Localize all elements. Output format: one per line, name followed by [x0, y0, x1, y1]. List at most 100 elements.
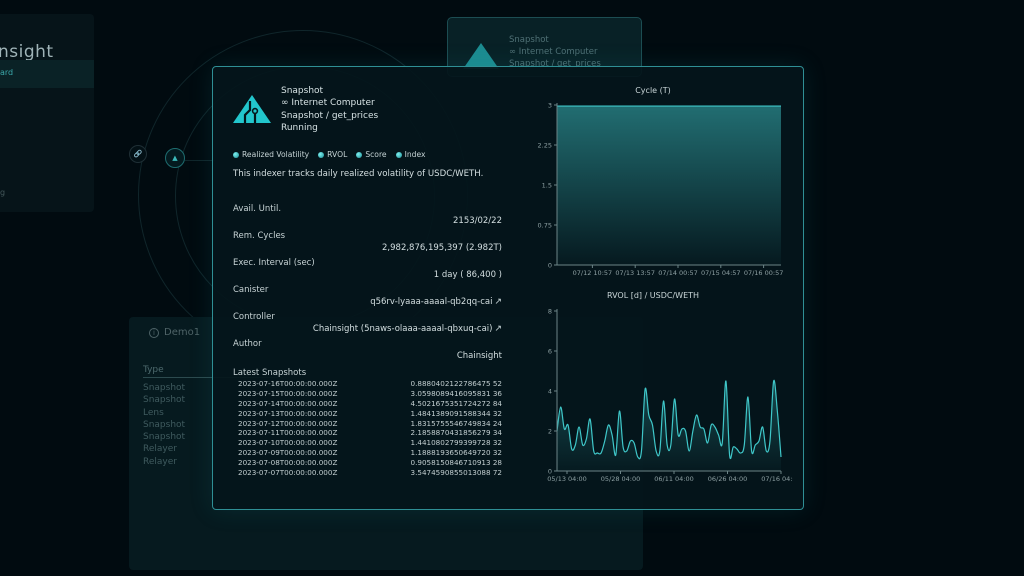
x-tick-label: 05/28 04:00: [601, 475, 641, 483]
graph-edge: [185, 160, 215, 161]
tag: Score: [356, 150, 387, 159]
prop-value-avail-until: 2153/02/22: [453, 216, 502, 226]
area-fill: [557, 106, 781, 265]
link-node-icon[interactable]: 🔗: [129, 145, 147, 163]
prop-label-controller: Controller: [233, 312, 275, 322]
snapshot-row: 2023-07-16T00:00:00.000Z 0.88804021227864…: [238, 379, 502, 389]
chart-title-rvol: RVOL [d] / USDC/WETH: [606, 291, 700, 300]
brand-name: nsight: [0, 42, 54, 62]
snapshot-timestamp: 2023-07-09T00:00:00.000Z: [238, 448, 338, 458]
x-tick-label: 05/13 04:00: [547, 475, 587, 483]
snapshot-timestamp: 2023-07-07T00:00:00.000Z: [238, 468, 338, 478]
cycle-chart: 0 0.75 1.5 2.25 3 07/12 10:57 07/13 13:57 07/14…: [538, 102, 784, 278]
prop-label-rem-cycles: Rem. Cycles: [233, 231, 286, 241]
rvol-chart: 0246805/13 04:00 05/28 04:00 06/11 04:00 06…: [547, 308, 793, 484]
snapshot-value: 1.4841389091588344 32: [410, 408, 502, 418]
snapshot-timestamp: 2023-07-10T00:00:00.000Z: [238, 438, 338, 448]
snapshot-timestamp: 2023-07-15T00:00:00.000Z: [238, 388, 338, 398]
snapshot-value: 3.0598089416095831 36: [410, 388, 502, 398]
x-tick-label: 07/15 04:57: [701, 269, 741, 277]
controller-link[interactable]: Chainsight (5naws-olaaa-aaaal-qbxuq-cai)…: [233, 324, 502, 339]
tag-dot-icon: [356, 151, 363, 158]
y-tick-label: 0: [548, 262, 552, 270]
x-tick-label: 07/16 04:00: [761, 475, 793, 483]
tag-dot-icon: [318, 151, 325, 158]
snapshot-row: 2023-07-07T00:00:00.000Z 3.54745908550130…: [238, 468, 502, 478]
snapshot-row: 2023-07-13T00:00:00.000Z 1.48413890915883…: [238, 409, 502, 419]
project-name: Demo1: [164, 327, 201, 338]
snapshot-value: 3.5474590855013088 72: [410, 468, 502, 478]
canister-link[interactable]: q56rv-lyaaa-aaaal-qb2qq-cai ↗: [233, 297, 502, 312]
y-tick-label: 2.25: [538, 142, 552, 150]
prop-value-author: Chainsight: [456, 351, 502, 361]
snapshot-row: 2023-07-10T00:00:00.000Z 1.44108027993997…: [238, 438, 502, 448]
snapshot-row: 2023-07-08T00:00:00.000Z 0.90581508467109…: [238, 458, 502, 468]
snapshot-row: 2023-07-15T00:00:00.000Z 3.05980894160958…: [238, 389, 502, 399]
tag-label: RVOL: [327, 150, 348, 159]
external-link-icon[interactable]: ↗: [494, 297, 502, 307]
snapshot-timestamp: 2023-07-12T00:00:00.000Z: [238, 418, 338, 428]
y-tick-label: 6: [548, 348, 552, 356]
tag: Realized Volatility: [233, 150, 309, 159]
controller-id[interactable]: Chainsight (5naws-olaaa-aaaal-qbxuq-cai): [313, 324, 493, 334]
snapshot-value: 1.8315755546749834 24: [410, 418, 502, 428]
y-tick-label: 8: [548, 308, 552, 316]
snapshot-value: 2.1858870431856279 34: [410, 428, 502, 438]
y-tick-label: 3: [548, 102, 552, 110]
tag: RVOL: [318, 150, 347, 159]
snapshot-row: 2023-07-09T00:00:00.000Z 1.18881936506497…: [238, 448, 502, 458]
latest-snapshots-title: Latest Snapshots: [233, 368, 307, 378]
sidebar-item-dashboard[interactable]: ard: [0, 60, 94, 88]
modal-header: Snapshot ∞ Internet Computer Snapshot / …: [281, 85, 378, 135]
card-kind: Snapshot: [509, 35, 549, 45]
y-tick-label: 2: [548, 428, 552, 436]
snapshot-value: 0.8880402122786475 52: [410, 379, 502, 388]
prop-value-exec-interval: 1 day ( 86,400 ): [433, 270, 502, 280]
snapshot-detail-modal: Snapshot ∞ Internet Computer Snapshot / …: [212, 66, 804, 510]
x-tick-label: 06/11 04:00: [654, 475, 694, 483]
snapshot-row: 2023-07-12T00:00:00.000Z 1.83157555467498…: [238, 419, 502, 429]
snapshot-timestamp: 2023-07-16T00:00:00.000Z: [238, 379, 338, 388]
x-tick-label: 07/16 00:57: [744, 269, 784, 277]
chart-title-cycle: Cycle (T): [635, 86, 671, 95]
prop-label-exec-interval: Exec. Interval (sec): [233, 258, 315, 268]
card-network: ∞ Internet Computer: [509, 47, 598, 57]
snapshot-row: 2023-07-11T00:00:00.000Z 2.18588704318562…: [238, 428, 502, 438]
y-tick-label: 1.5: [542, 182, 552, 190]
prop-value-rem-cycles: 2,982,876,195,397 (2.982T): [382, 243, 502, 253]
external-link-icon[interactable]: ↗: [494, 324, 502, 334]
tag-label: Index: [404, 150, 426, 159]
sidebar-item-label: ard: [0, 68, 14, 77]
sidebar: nsight ard g: [0, 14, 94, 212]
snapshot-value: 0.9058150846710913 28: [410, 458, 502, 468]
snapshot-value: 4.5021675351724272 84: [410, 398, 502, 408]
tag-dot-icon: [395, 151, 402, 158]
properties-list: Avail. Until. 2153/02/22 Rem. Cycles 2,9…: [233, 204, 502, 366]
tag-list: Realized Volatility RVOL Score Index: [233, 150, 426, 159]
prop-label-author: Author: [233, 339, 262, 349]
snapshot-timestamp: 2023-07-08T00:00:00.000Z: [238, 458, 338, 468]
project-panel-header: i Demo1: [149, 327, 200, 338]
snapshot-timestamp: 2023-07-14T00:00:00.000Z: [238, 398, 338, 408]
prop-label-canister: Canister: [233, 285, 269, 295]
component-path: Snapshot / get_prices: [281, 110, 379, 121]
snapshot-value: 1.4410802799399728 32: [410, 438, 502, 448]
snapshot-value: 1.1888193650649720 32: [410, 448, 502, 458]
tag-dot-icon: [233, 151, 239, 158]
chainsight-node-icon[interactable]: ▲: [165, 148, 185, 168]
canister-id[interactable]: q56rv-lyaaa-aaaal-qb2qq-cai: [370, 297, 492, 307]
x-tick-label: 07/14 00:57: [658, 269, 698, 277]
component-kind: Snapshot: [281, 86, 324, 96]
y-tick-label: 0.75: [538, 222, 552, 230]
snapshot-timestamp: 2023-07-11T00:00:00.000Z: [238, 428, 338, 438]
chainsight-logo-icon: [233, 95, 271, 123]
x-tick-label: 07/12 10:57: [573, 269, 613, 277]
tag-label: Realized Volatility: [242, 150, 310, 159]
component-status: Running: [281, 123, 318, 134]
sidebar-item-other[interactable]: g: [0, 188, 5, 197]
tag-label: Score: [365, 150, 387, 159]
component-network: ∞ Internet Computer: [281, 98, 375, 109]
latest-snapshots-list: 2023-07-16T00:00:00.000Z 0.88804021227864…: [238, 379, 502, 478]
x-tick-label: 06/26 04:00: [708, 475, 748, 483]
snapshot-timestamp: 2023-07-13T00:00:00.000Z: [238, 408, 338, 418]
